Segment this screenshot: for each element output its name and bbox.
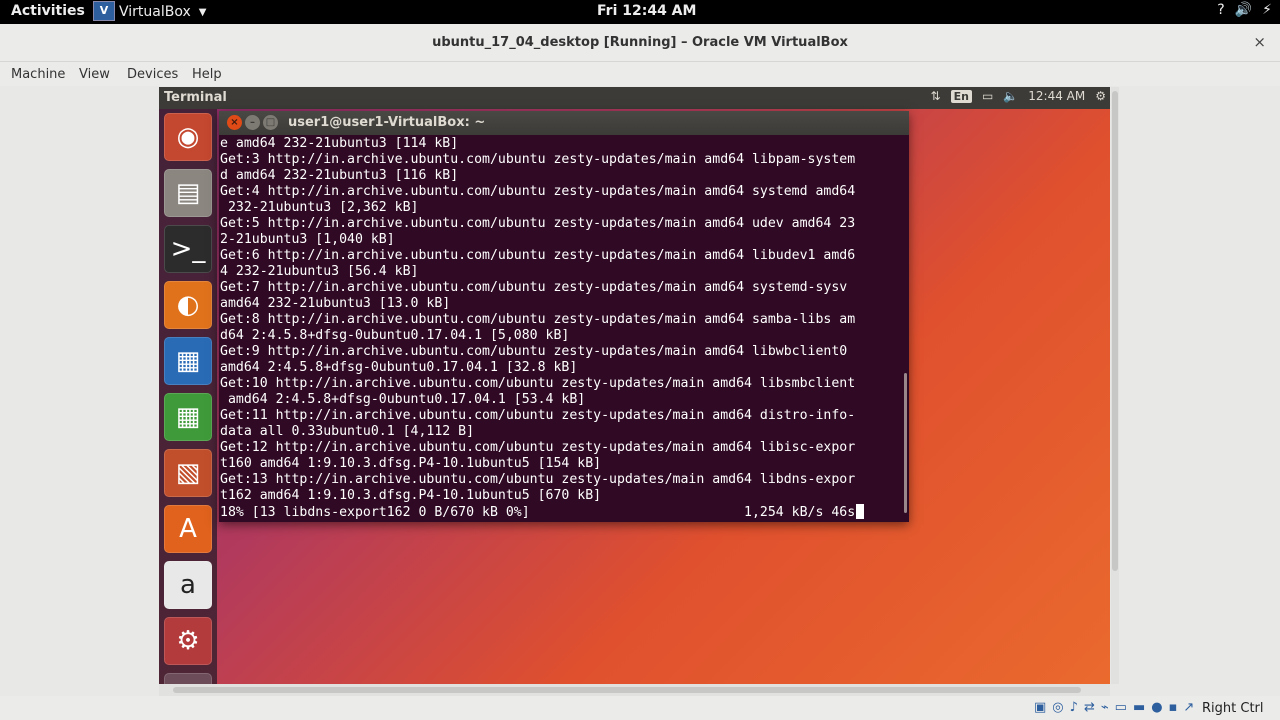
audio-icon[interactable]: ♪ bbox=[1070, 700, 1078, 715]
menu-devices[interactable]: Devices bbox=[127, 67, 178, 82]
terminal-line: Get:8 http://in.archive.ubuntu.com/ubunt… bbox=[220, 312, 856, 327]
terminal-line: d amd64 232-21ubuntu3 [116 kB] bbox=[220, 168, 459, 183]
vbox-statusbar: ▣ ◎ ♪ ⇄ ⌁ ▭ ▬ ● ▪ ↗ Right Ctrl bbox=[0, 696, 1280, 720]
close-icon[interactable]: × bbox=[1253, 33, 1266, 51]
network-icon[interactable]: ⇄ bbox=[1084, 700, 1095, 715]
device-icons[interactable]: ▣ ◎ ♪ ⇄ ⌁ ▭ ▬ ● ▪ ↗ bbox=[1034, 700, 1194, 715]
minimize-icon[interactable]: – bbox=[245, 115, 260, 130]
terminal-line: Get:13 http://in.archive.ubuntu.com/ubun… bbox=[220, 472, 856, 487]
terminal-line: Get:9 http://in.archive.ubuntu.com/ubunt… bbox=[220, 344, 848, 359]
terminal-line: amd64 2:4.5.8+dfsg-0ubuntu0.17.04.1 [32.… bbox=[220, 360, 578, 375]
volume-icon[interactable]: 🔈 bbox=[1003, 89, 1018, 103]
terminal-line: Get:3 http://in.archive.ubuntu.com/ubunt… bbox=[220, 152, 856, 167]
usb-icon[interactable]: ⌁ bbox=[1101, 700, 1109, 715]
menu-view[interactable]: View bbox=[79, 67, 110, 82]
terminal-line: amd64 232-21ubuntu3 [13.0 kB] bbox=[220, 296, 451, 311]
terminal-window[interactable]: × – □ user1@user1-VirtualBox: ~ e amd64 … bbox=[219, 111, 909, 522]
top-bar: Activities V VirtualBox ▼ Fri 12:44 AM ?… bbox=[0, 0, 1280, 24]
close-icon[interactable]: × bbox=[227, 115, 242, 130]
help-icon[interactable]: ? bbox=[1217, 2, 1224, 18]
amazon-icon[interactable]: a bbox=[164, 561, 212, 609]
guest-indicators[interactable]: ⇅ En ▭ 🔈 12:44 AM ⚙ bbox=[931, 89, 1106, 103]
files-icon[interactable]: ▤ bbox=[164, 169, 212, 217]
maximize-icon[interactable]: □ bbox=[263, 115, 278, 130]
terminal-title: user1@user1-VirtualBox: ~ bbox=[288, 115, 486, 130]
terminal-line: Get:12 http://in.archive.ubuntu.com/ubun… bbox=[220, 440, 856, 455]
terminal-line: Get:4 http://in.archive.ubuntu.com/ubunt… bbox=[220, 184, 856, 199]
cpu-icon[interactable]: ▪ bbox=[1169, 700, 1178, 715]
terminal-line: 18% [13 libdns-export162 0 B/670 kB 0%] … bbox=[220, 504, 900, 520]
recording-icon[interactable]: ● bbox=[1151, 700, 1162, 715]
settings-icon[interactable]: ⚙ bbox=[164, 617, 212, 665]
gear-icon[interactable]: ⚙ bbox=[1095, 89, 1106, 103]
terminal-line: 2-21ubuntu3 [1,040 kB] bbox=[220, 232, 395, 247]
launcher: ◉ ▤ >_ ◐ ▦ ▦ ▧ A a ⚙ bbox=[159, 109, 217, 684]
app-menu[interactable]: V VirtualBox ▼ bbox=[93, 1, 207, 21]
terminal-line: Get:11 http://in.archive.ubuntu.com/ubun… bbox=[220, 408, 856, 423]
display-icon[interactable]: ▬ bbox=[1133, 700, 1145, 715]
terminal-titlebar[interactable]: × – □ user1@user1-VirtualBox: ~ bbox=[219, 111, 909, 135]
terminal-line: t162 amd64 1:9.10.3.dfsg.P4-10.1ubuntu5 … bbox=[220, 488, 602, 503]
menu-machine[interactable]: Machine bbox=[11, 67, 65, 82]
launcher-item-partial[interactable] bbox=[164, 673, 212, 684]
clock[interactable]: Fri 12:44 AM bbox=[597, 3, 696, 19]
terminal-line: Get:10 http://in.archive.ubuntu.com/ubun… bbox=[220, 376, 856, 391]
terminal-line: Get:6 http://in.archive.ubuntu.com/ubunt… bbox=[220, 248, 856, 263]
terminal-line: t160 amd64 1:9.10.3.dfsg.P4-10.1ubuntu5 … bbox=[220, 456, 602, 471]
terminal-line: amd64 2:4.5.8+dfsg-0ubuntu0.17.04.1 [53.… bbox=[220, 392, 586, 407]
host-key-label: Right Ctrl bbox=[1202, 701, 1264, 716]
terminal-scrollbar[interactable] bbox=[904, 373, 907, 513]
impress-icon[interactable]: ▧ bbox=[164, 449, 212, 497]
keyboard-layout[interactable]: En bbox=[950, 89, 972, 103]
terminal-line: d64 2:4.5.8+dfsg-0ubuntu0.17.04.1 [5,080… bbox=[220, 328, 570, 343]
volume-icon[interactable]: 🔊 bbox=[1235, 2, 1252, 18]
writer-icon[interactable]: ▦ bbox=[164, 337, 212, 385]
menu-help[interactable]: Help bbox=[192, 67, 222, 82]
chevron-down-icon: ▼ bbox=[198, 6, 207, 18]
virtualbox-icon: V bbox=[93, 1, 115, 21]
terminal-line: Get:5 http://in.archive.ubuntu.com/ubunt… bbox=[220, 216, 856, 231]
hdd-icon[interactable]: ▣ bbox=[1034, 700, 1046, 715]
terminal-line: e amd64 232-21ubuntu3 [114 kB] bbox=[220, 136, 459, 151]
terminal-icon[interactable]: >_ bbox=[164, 225, 212, 273]
activities-button[interactable]: Activities bbox=[11, 3, 85, 19]
terminal-line: 232-21ubuntu3 [2,362 kB] bbox=[220, 200, 419, 215]
guest-app-name: Terminal bbox=[164, 90, 227, 105]
horizontal-scrollbar[interactable] bbox=[159, 684, 1110, 696]
terminal-line: Get:7 http://in.archive.ubuntu.com/ubunt… bbox=[220, 280, 848, 295]
mouse-integration-icon[interactable]: ↗ bbox=[1183, 700, 1194, 715]
optical-icon[interactable]: ◎ bbox=[1052, 700, 1063, 715]
firefox-icon[interactable]: ◐ bbox=[164, 281, 212, 329]
vbox-menubar: Machine View Devices Help bbox=[0, 62, 1280, 86]
shared-folder-icon[interactable]: ▭ bbox=[1115, 700, 1127, 715]
terminal-line: data all 0.33ubuntu0.1 [4,112 B] bbox=[220, 424, 475, 439]
app-menu-label: VirtualBox bbox=[119, 4, 191, 20]
guest-clock[interactable]: 12:44 AM bbox=[1028, 89, 1085, 103]
power-icon[interactable]: ⚡ bbox=[1262, 2, 1272, 18]
calc-icon[interactable]: ▦ bbox=[164, 393, 212, 441]
system-tray[interactable]: ? 🔊 ⚡ bbox=[1217, 2, 1272, 18]
ubuntu-icon[interactable]: ◉ bbox=[164, 113, 212, 161]
vertical-scrollbar[interactable] bbox=[1111, 87, 1119, 684]
network-icon[interactable]: ⇅ bbox=[931, 89, 941, 103]
vbox-titlebar: ubuntu_17_04_desktop [Running] – Oracle … bbox=[0, 24, 1280, 62]
terminal-line: 4 232-21ubuntu3 [56.4 kB] bbox=[220, 264, 419, 279]
battery-icon[interactable]: ▭ bbox=[982, 89, 993, 103]
terminal-output[interactable]: e amd64 232-21ubuntu3 [114 kB] Get:3 http… bbox=[220, 136, 900, 520]
software-icon[interactable]: A bbox=[164, 505, 212, 553]
guest-panel: Terminal ⇅ En ▭ 🔈 12:44 AM ⚙ bbox=[159, 87, 1110, 109]
terminal-cursor bbox=[856, 504, 865, 519]
window-title: ubuntu_17_04_desktop [Running] – Oracle … bbox=[432, 35, 848, 50]
